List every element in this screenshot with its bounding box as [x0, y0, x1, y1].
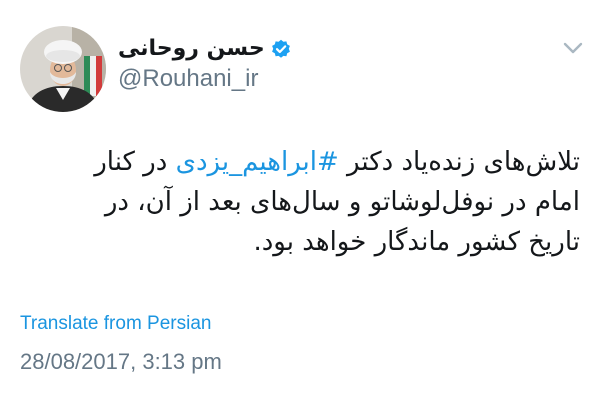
tweet-text-segment: تلاش‌های زنده‌یاد دکتر: [338, 147, 580, 177]
user-handle[interactable]: @Rouhani_ir: [118, 64, 258, 94]
avatar[interactable]: [20, 26, 106, 112]
tweet-line-3: تاریخ کشور ماندگار خواهد بود.: [253, 227, 580, 257]
tweet-card: حسن روحانی @Rouhani_ir تلاش‌های زنده‌یاد…: [0, 0, 600, 404]
tweet-line-1: تلاش‌های زنده‌یاد دکتر #ابراهیم_یزدی در …: [20, 142, 580, 182]
display-name[interactable]: حسن روحانی: [118, 34, 265, 64]
avatar-image: [20, 26, 106, 112]
translate-link[interactable]: Translate from Persian: [20, 312, 211, 336]
tweet-text: تلاش‌های زنده‌یاد دکتر #ابراهیم_یزدی در …: [20, 142, 580, 262]
tweet-timestamp[interactable]: 28/08/2017, 3:13 pm: [20, 348, 222, 376]
tweet-text-segment: در کنار: [94, 147, 176, 177]
verified-badge-icon: [271, 39, 291, 59]
chevron-down-icon[interactable]: [562, 40, 584, 54]
author-name-row[interactable]: حسن روحانی: [118, 34, 291, 64]
tweet-line-2: امام در نوفل‌لوشاتو و سال‌های بعد از آن،…: [104, 187, 580, 217]
hashtag-link[interactable]: #ابراهیم_یزدی: [176, 147, 339, 177]
